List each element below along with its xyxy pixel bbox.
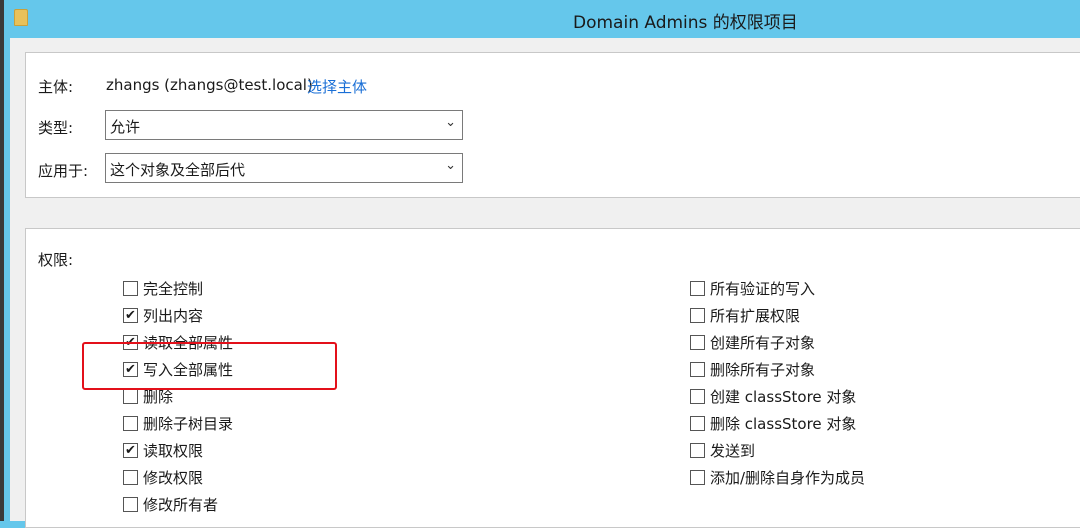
principal-label: 主体:: [38, 78, 74, 96]
principal-value: zhangs (zhangs@test.local): [106, 76, 313, 94]
checkbox-box: [123, 497, 138, 512]
permission-checkbox[interactable]: 创建 classStore 对象: [690, 386, 856, 407]
checkbox-box: [690, 362, 705, 377]
checkmark-icon: ✔: [123, 443, 138, 458]
permission-label: 完全控制: [143, 280, 204, 298]
permission-label: 删除子树目录: [143, 415, 234, 433]
permission-checkbox[interactable]: 添加/删除自身作为成员: [690, 467, 865, 488]
chevron-down-icon: ⌄: [445, 158, 456, 173]
checkbox-box: [690, 443, 705, 458]
permission-checkbox[interactable]: 所有验证的写入: [690, 278, 815, 299]
select-principal-link[interactable]: 选择主体: [307, 76, 367, 97]
checkbox-box: [123, 389, 138, 404]
applies-to-select[interactable]: 这个对象及全部后代 ⌄: [105, 153, 463, 183]
permission-label: 列出内容: [143, 307, 204, 325]
permission-checkbox[interactable]: ✔ 读取权限: [123, 440, 203, 461]
permission-label: 创建 classStore 对象: [710, 388, 857, 406]
applies-to-label: 应用于:: [38, 162, 89, 180]
permissions-label: 权限:: [38, 251, 74, 269]
window-title: Domain Admins 的权限项目: [573, 13, 798, 33]
checkbox-box: [123, 470, 138, 485]
permission-label: 添加/删除自身作为成员: [710, 469, 866, 487]
checkbox-box: [690, 470, 705, 485]
permission-checkbox[interactable]: 完全控制: [123, 278, 203, 299]
checkbox-box: [690, 308, 705, 323]
folder-icon: [14, 9, 28, 26]
highlight-box: [82, 342, 337, 390]
type-select[interactable]: 允许 ⌄: [105, 110, 463, 140]
applies-to-value: 这个对象及全部后代: [110, 161, 246, 179]
permission-checkbox[interactable]: 发送到: [690, 440, 755, 461]
checkbox-box: [123, 281, 138, 296]
permission-label: 修改所有者: [143, 496, 219, 514]
permission-label: 所有扩展权限: [710, 307, 801, 325]
permission-checkbox[interactable]: ✔ 列出内容: [123, 305, 203, 326]
permission-label: 所有验证的写入: [710, 280, 816, 298]
permission-label: 创建所有子对象: [710, 334, 816, 352]
title-bar: Domain Admins 的权限项目: [4, 0, 1080, 38]
checkmark-icon: ✔: [123, 308, 138, 323]
permission-label: 发送到: [710, 442, 756, 460]
type-value: 允许: [110, 118, 141, 136]
checkbox-box: [123, 416, 138, 431]
checkbox-box: [690, 416, 705, 431]
permission-checkbox[interactable]: 删除所有子对象: [690, 359, 815, 380]
window-edge: [0, 0, 4, 521]
permission-label: 删除 classStore 对象: [710, 415, 857, 433]
permission-label: 删除所有子对象: [710, 361, 816, 379]
checkbox-box: [690, 335, 705, 350]
chevron-down-icon: ⌄: [445, 115, 456, 130]
permission-checkbox[interactable]: 删除 classStore 对象: [690, 413, 856, 434]
permission-checkbox[interactable]: 修改所有者: [123, 494, 218, 515]
permission-label: 读取权限: [143, 442, 204, 460]
checkbox-box: [690, 281, 705, 296]
checkbox-box: [690, 389, 705, 404]
permission-checkbox[interactable]: 删除子树目录: [123, 413, 233, 434]
permission-checkbox[interactable]: 修改权限: [123, 467, 203, 488]
type-label: 类型:: [38, 119, 74, 137]
permission-label: 修改权限: [143, 469, 204, 487]
permission-checkbox[interactable]: 所有扩展权限: [690, 305, 800, 326]
permission-checkbox[interactable]: 创建所有子对象: [690, 332, 815, 353]
